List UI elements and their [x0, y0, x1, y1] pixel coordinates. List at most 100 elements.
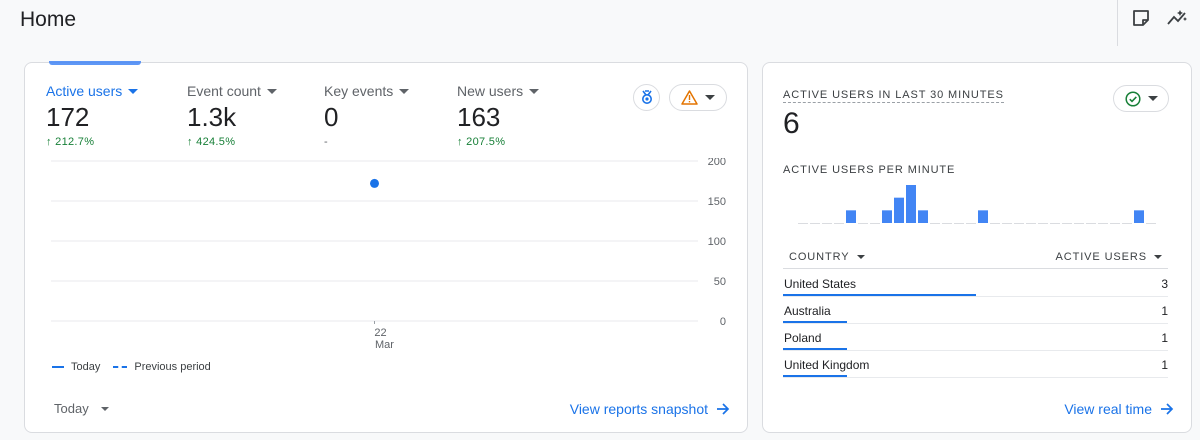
country-name: Australia	[784, 304, 831, 318]
minute-bar-empty	[834, 223, 844, 224]
y-tick-label: 100	[708, 236, 726, 248]
minute-bar-empty	[1086, 223, 1096, 224]
top-actions	[1117, 0, 1200, 46]
minute-bar-empty	[822, 223, 832, 224]
realtime-subtitle: ACTIVE USERS PER MINUTE	[783, 164, 956, 176]
minute-bar-empty	[1050, 223, 1060, 224]
minute-bar-empty	[1122, 223, 1132, 224]
check-circle-icon	[1124, 90, 1141, 107]
minute-bar[interactable]	[894, 197, 904, 223]
legend-swatch-today	[52, 366, 64, 368]
chevron-down-icon	[266, 88, 277, 94]
metric-value: 0	[324, 102, 339, 132]
minute-bar-empty	[930, 223, 940, 224]
minute-bar[interactable]	[1134, 210, 1144, 223]
metric-label: Active users	[46, 83, 123, 99]
date-range-value: Today	[54, 401, 89, 416]
insights-badge-button[interactable]	[633, 84, 660, 111]
legend-swatch-previous	[113, 366, 128, 368]
minute-bar-empty	[810, 223, 820, 224]
active-tab-indicator	[49, 61, 141, 65]
award-icon	[641, 89, 652, 104]
metric-value: 1.3k	[187, 102, 237, 132]
note-button[interactable]	[1123, 0, 1159, 36]
date-range-select[interactable]: Today	[54, 401, 109, 416]
metric-key-events[interactable]: Key events 0 -	[324, 83, 410, 148]
minute-bar-empty	[1038, 223, 1048, 224]
sort-country-button[interactable]: COUNTRY	[783, 251, 871, 263]
arrow-up-icon: ↑	[187, 136, 193, 148]
table-row: United States 3	[783, 270, 1168, 297]
legend-label-today: Today	[71, 361, 101, 373]
country-table-header: COUNTRY ACTIVE USERS	[783, 245, 1168, 269]
chart-legend: Today Previous period	[52, 361, 211, 373]
minute-bar[interactable]	[882, 210, 892, 223]
arrow-up-icon: ↑	[457, 136, 463, 148]
minute-bar[interactable]	[978, 210, 988, 223]
minute-bar-empty	[870, 223, 880, 224]
metric-event-count[interactable]: Event count 1.3k ↑ 424.5%	[187, 83, 277, 148]
view-reports-snapshot-link[interactable]: View reports snapshot	[570, 401, 730, 417]
x-tick-label: 22	[374, 327, 386, 339]
realtime-status-button[interactable]	[1113, 85, 1169, 112]
arrow-up-icon: ↑	[46, 136, 52, 148]
table-row: Australia 1	[783, 297, 1168, 324]
chevron-down-icon	[128, 88, 139, 94]
minute-bar-empty	[966, 223, 976, 224]
metric-change: ↑ 212.7%	[46, 136, 95, 148]
share-bar	[783, 294, 976, 296]
minute-bar-empty	[1002, 223, 1012, 224]
minute-bar-empty	[990, 223, 1000, 224]
legend-label-previous: Previous period	[134, 361, 211, 373]
country-count: 1	[1161, 304, 1168, 318]
metric-label: Key events	[324, 83, 394, 99]
y-tick-label: 0	[720, 316, 726, 328]
share-bar	[783, 375, 848, 377]
page-title: Home	[20, 8, 77, 31]
chevron-down-icon	[856, 254, 865, 259]
chevron-down-icon	[399, 88, 410, 94]
x-tick-label: Mar	[375, 339, 394, 351]
y-tick-label: 150	[708, 196, 726, 208]
minute-bar-empty	[942, 223, 952, 224]
metric-active-users[interactable]: Active users 172 ↑ 212.7%	[46, 83, 139, 148]
minute-bar[interactable]	[918, 210, 928, 223]
minute-bar-empty	[858, 223, 868, 224]
per-minute-bar-chart	[798, 185, 1156, 224]
country-name: United Kingdom	[784, 358, 870, 372]
insights-icon	[1167, 10, 1187, 25]
realtime-title: ACTIVE USERS IN LAST 30 MINUTES	[783, 89, 1004, 103]
country-count: 1	[1161, 331, 1168, 345]
column-header-active-users: ACTIVE USERS	[1055, 250, 1147, 263]
link-label: View reports snapshot	[569, 401, 708, 417]
chevron-down-icon	[529, 88, 540, 94]
minute-bar-empty	[1074, 223, 1084, 224]
country-count: 1	[1161, 358, 1168, 372]
insights-button[interactable]	[1159, 0, 1195, 36]
data-point-today[interactable]	[370, 178, 379, 188]
y-tick-label: 200	[708, 158, 726, 168]
country-count: 3	[1161, 277, 1168, 291]
chevron-down-icon	[704, 95, 715, 100]
minute-bar[interactable]	[906, 185, 916, 223]
metric-label: Event count	[187, 83, 261, 99]
minute-bar-empty	[1098, 223, 1108, 224]
view-real-time-link[interactable]: View real time	[1064, 401, 1174, 417]
country-name: United States	[784, 277, 857, 291]
metric-new-users[interactable]: New users 163 ↑ 207.5%	[457, 83, 540, 148]
link-label: View real time	[1064, 401, 1152, 417]
warning-icon	[681, 90, 698, 105]
minute-bar-empty	[1110, 223, 1120, 224]
metric-change: ↑ 207.5%	[457, 136, 506, 148]
country-name: Poland	[784, 331, 822, 345]
metric-value: 172	[46, 102, 90, 132]
data-quality-warning-button[interactable]	[669, 84, 727, 111]
arrow-right-icon	[717, 403, 730, 415]
chevron-down-icon	[100, 406, 109, 411]
minute-bar[interactable]	[846, 210, 856, 223]
metric-change: -	[324, 136, 328, 148]
share-bar	[783, 348, 848, 350]
sort-active-users-button[interactable]: ACTIVE USERS	[1050, 251, 1169, 263]
minute-bar-empty	[1146, 223, 1156, 224]
y-tick-label: 50	[714, 276, 726, 288]
